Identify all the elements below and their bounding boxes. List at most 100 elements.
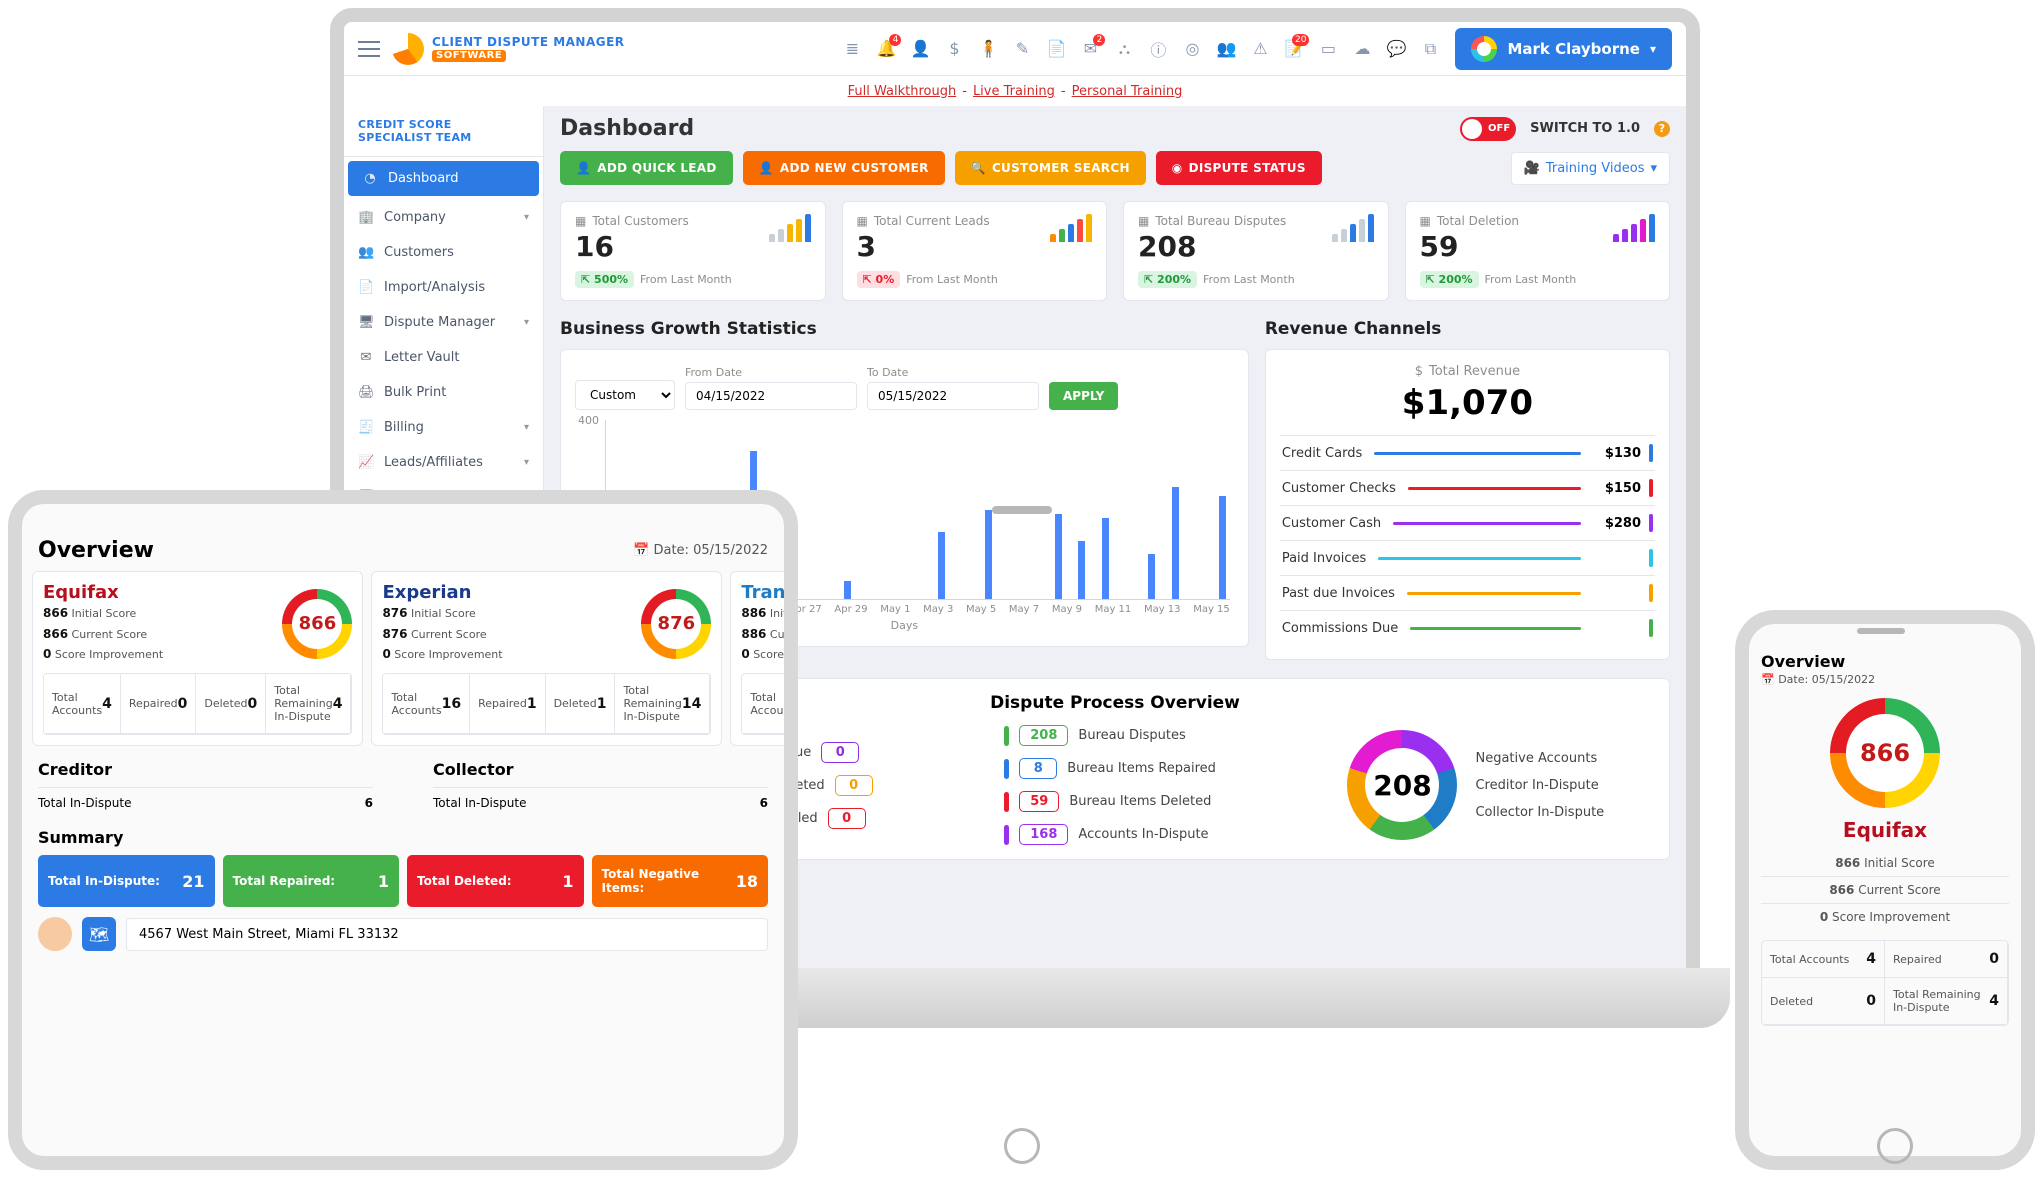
tablet-frame: Overview 📅 Date: 05/15/2022 Equifax 866 … [8, 490, 798, 1170]
mail-icon[interactable]: ✉2 [1081, 40, 1099, 58]
stat-card: ▦ Total Deletion 59 ⇱ 200% From Last Mon… [1405, 201, 1671, 301]
stat-card: ▦ Total Customers 16 ⇱ 500% From Last Mo… [560, 201, 826, 301]
group-icon[interactable]: 👥 [1217, 40, 1235, 58]
phone-stat-grid: Total Accounts4Repaired0Deleted0Total Re… [1761, 940, 2009, 1026]
dispute-stat: 168Accounts In-Dispute [1004, 824, 1216, 845]
stat-value: 208 [1138, 230, 1286, 263]
bureau-row: Equifax 866 Initial Score 866 Current Sc… [32, 571, 774, 746]
dispute-stat: 8Bureau Items Repaired [1004, 758, 1216, 779]
bell-icon[interactable]: 🔔4 [877, 40, 895, 58]
nav-import-analysis[interactable]: 📄Import/Analysis [344, 270, 543, 305]
user-name: Mark Clayborne [1507, 40, 1640, 58]
nav-dashboard[interactable]: ◔Dashboard [348, 161, 539, 196]
stat-label: ▦ Total Current Leads [857, 214, 990, 228]
warning-icon[interactable]: ⚠ [1251, 40, 1269, 58]
link-full-walkthrough[interactable]: Full Walkthrough [848, 84, 957, 99]
phone-home-button[interactable] [1877, 1128, 1913, 1164]
nav-icon: 🏢 [358, 210, 374, 225]
address-text: 4567 West Main Street, Miami FL 33132 [126, 918, 768, 951]
customer-search-button[interactable]: 🔍CUSTOMER SEARCH [955, 151, 1146, 185]
stat-cards-row: ▦ Total Customers 16 ⇱ 500% From Last Mo… [560, 201, 1670, 301]
version-toggle[interactable]: OFF [1460, 117, 1516, 141]
add-quick-lead-button[interactable]: 👤ADD QUICK LEAD [560, 151, 733, 185]
stat-card: ▦ Total Bureau Disputes 208 ⇱ 200% From … [1123, 201, 1389, 301]
nav-leads-affiliates[interactable]: 📈Leads/Affiliates▾ [344, 445, 543, 480]
revenue-row: Customer Checks $150 [1280, 470, 1655, 505]
list-icon[interactable]: ≣ [843, 40, 861, 58]
logo-mark-icon [392, 33, 424, 65]
link-personal-training[interactable]: Personal Training [1072, 84, 1183, 99]
note-icon[interactable]: 📝20 [1285, 40, 1303, 58]
topbar: CLIENT DISPUTE MANAGER SOFTWARE ≣ 🔔4 👤 $… [344, 22, 1686, 76]
address-row: 🗺 4567 West Main Street, Miami FL 33132 [32, 917, 774, 951]
cloud-icon[interactable]: ☁ [1353, 40, 1371, 58]
nav-icon: 📈 [358, 455, 374, 470]
range-select[interactable]: Custom [575, 380, 675, 410]
collector-row: Total In-Dispute6 [433, 787, 768, 818]
growth-filters: Custom From Date To Date APPLY [575, 364, 1234, 410]
person-plus-icon: 👤 [576, 161, 591, 175]
avatar-icon [1471, 36, 1497, 62]
person-icon[interactable]: 🧍 [979, 40, 997, 58]
phone-stat-cell: Total Accounts4 [1762, 941, 1885, 978]
tablet-overview-title: Overview [38, 538, 154, 563]
revenue-total: $1,070 [1280, 383, 1655, 423]
tablet-camera [992, 506, 1052, 514]
help-icon[interactable]: ? [1654, 121, 1670, 137]
revenue-total-label: $Total Revenue [1280, 364, 1655, 379]
nav-icon: 📄 [358, 280, 374, 295]
stat-value: 59 [1420, 230, 1520, 263]
summary-card: Total Negative Items:18 [592, 855, 769, 907]
nav-billing[interactable]: 🧾Billing▾ [344, 410, 543, 445]
stat-value: 3 [857, 230, 990, 263]
org-icon[interactable]: ⛬ [1115, 40, 1133, 58]
document-icon[interactable]: 📄 [1047, 40, 1065, 58]
phone-date: 📅 Date: 05/15/2022 [1761, 673, 2009, 686]
switch-label: SWITCH TO 1.0 [1530, 121, 1640, 136]
pencil-icon[interactable]: ✎ [1013, 40, 1031, 58]
training-videos-dropdown[interactable]: 🎥 Training Videos ▾ [1511, 152, 1670, 185]
dispute-label: Creditor In-Dispute [1475, 778, 1604, 793]
user-menu[interactable]: Mark Clayborne ▾ [1455, 28, 1672, 70]
sparkline-icon [1332, 214, 1374, 242]
app-logo[interactable]: CLIENT DISPUTE MANAGER SOFTWARE [392, 33, 625, 65]
dollar-icon[interactable]: $ [945, 40, 963, 58]
add-customer-button[interactable]: 👤ADD NEW CUSTOMER [743, 151, 945, 185]
chat-icon[interactable]: 💬 [1387, 40, 1405, 58]
phone-stat-cell: Deleted0 [1762, 978, 1885, 1025]
map-icon[interactable]: 🗺 [82, 917, 116, 951]
tablet-home-button[interactable] [1004, 1128, 1040, 1164]
nav-company[interactable]: 🏢Company▾ [344, 200, 543, 235]
to-date-input[interactable] [867, 382, 1039, 410]
revenue-row: Commissions Due [1280, 610, 1655, 645]
menu-toggle-icon[interactable] [358, 41, 380, 57]
dispute-label: Negative Accounts [1475, 751, 1604, 766]
copy-icon[interactable]: ⧉ [1421, 40, 1439, 58]
nav-icon: 🖨 [358, 385, 374, 400]
card-icon[interactable]: ▭ [1319, 40, 1337, 58]
score-gauge-icon: 866 [282, 589, 352, 659]
user-icon[interactable]: 👤 [911, 40, 929, 58]
nav-icon: ✉ [358, 350, 374, 365]
phone-score-line: 0 Score Improvement [1761, 903, 2009, 930]
nav-dispute-manager[interactable]: 🖥Dispute Manager▾ [344, 305, 543, 340]
link-live-training[interactable]: Live Training [973, 84, 1055, 99]
nav-customers[interactable]: 👥Customers [344, 235, 543, 270]
sparkline-icon [1050, 214, 1092, 242]
info-icon[interactable]: ⓘ [1149, 40, 1167, 58]
team-label: CREDIT SCORE SPECIALIST TEAM [344, 106, 543, 157]
apply-button[interactable]: APPLY [1049, 382, 1118, 410]
growth-title: Business Growth Statistics [560, 319, 1249, 339]
nav-bulk-print[interactable]: 🖨Bulk Print [344, 375, 543, 410]
stat-value: 16 [575, 230, 689, 263]
chevron-down-icon: ▾ [1650, 42, 1656, 56]
summary-title: Summary [38, 828, 768, 847]
target-icon[interactable]: ◎ [1183, 40, 1201, 58]
nav-letter-vault[interactable]: ✉Letter Vault [344, 340, 543, 375]
from-date-input[interactable] [685, 382, 857, 410]
phone-score-line: 866 Current Score [1761, 876, 2009, 903]
nav-icon: 👥 [358, 245, 374, 260]
dispute-status-button[interactable]: ◉DISPUTE STATUS [1156, 151, 1322, 185]
phone-stat-cell: Total Remaining In-Dispute4 [1885, 978, 2008, 1025]
page-header: Dashboard OFF SWITCH TO 1.0 ? [560, 116, 1670, 141]
